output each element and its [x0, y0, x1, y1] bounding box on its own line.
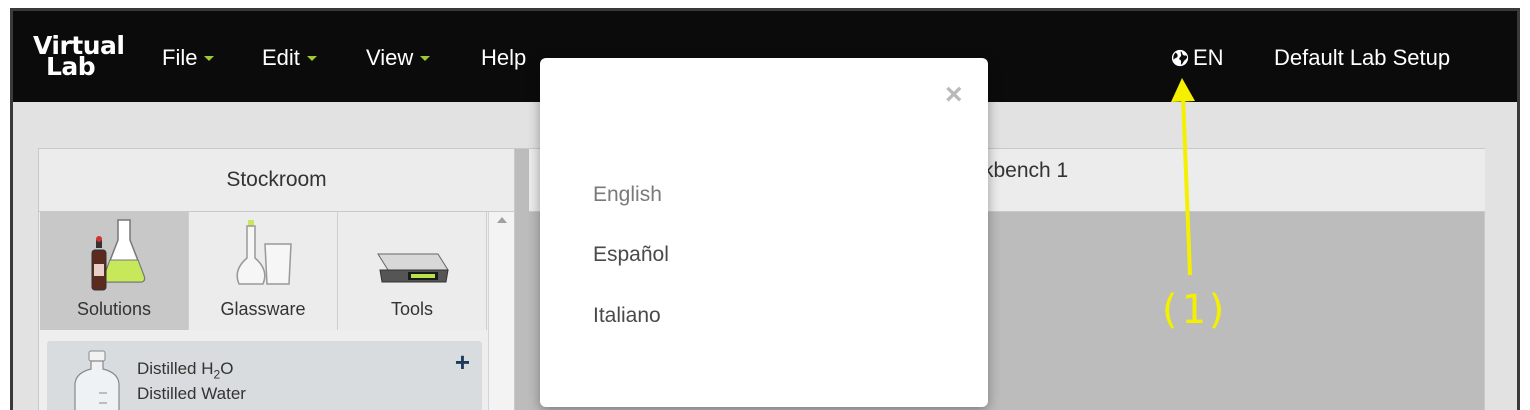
chevron-down-icon — [306, 55, 317, 61]
stockroom-panel: Stockroom Solutions Glassware Tools Dist… — [38, 148, 515, 410]
menu-file-label: File — [162, 45, 198, 70]
water-jug-icon — [74, 350, 120, 410]
tab-tools[interactable]: Tools — [338, 212, 487, 330]
chevron-down-icon — [204, 55, 215, 61]
tab-glassware-label: Glassware — [220, 299, 306, 319]
annotation-label: (1) — [1157, 287, 1230, 333]
item-description: Distilled Water — [137, 384, 246, 403]
menu-view[interactable]: View — [366, 45, 431, 71]
language-option-italiano[interactable]: Italiano — [593, 304, 661, 328]
menu-edit[interactable]: Edit — [262, 45, 317, 71]
menu-help[interactable]: Help — [481, 45, 526, 71]
flask-bottle-icon — [91, 219, 146, 291]
stockroom-tabs: Solutions Glassware Tools — [40, 212, 487, 330]
language-selector[interactable]: EN — [1171, 45, 1224, 71]
list-item[interactable]: Distilled H2O Distilled Water + — [47, 341, 482, 410]
tab-tools-label: Tools — [390, 299, 434, 319]
brand-logo[interactable]: Virtual Lab — [33, 33, 125, 79]
menu-edit-label: Edit — [262, 45, 300, 70]
stockroom-header: Stockroom — [39, 149, 514, 212]
lab-setup-menu[interactable]: Default Lab Setup — [1274, 45, 1450, 71]
item-formula-prefix: Distilled H — [137, 359, 214, 378]
workbench-title: kbench 1 — [983, 159, 1069, 182]
tab-glassware[interactable]: Glassware — [189, 212, 338, 330]
chevron-down-icon — [420, 55, 431, 61]
item-formula-suffix: O — [220, 359, 234, 378]
stockroom-scrollbar[interactable] — [488, 212, 514, 410]
language-option-espanol[interactable]: Español — [593, 243, 669, 267]
language-modal: × English Español Italiano — [540, 58, 988, 407]
menu-help-label: Help — [481, 45, 527, 70]
add-item-icon[interactable]: + — [455, 349, 470, 375]
language-option-english[interactable]: English — [593, 183, 662, 207]
glassware-icon — [236, 220, 292, 285]
menu-file[interactable]: File — [162, 45, 215, 71]
language-code: EN — [1193, 45, 1224, 70]
menu-view-label: View — [366, 45, 414, 70]
scroll-up-icon[interactable] — [497, 217, 507, 223]
balance-scale-icon — [377, 253, 449, 283]
item-formula: Distilled H2O — [137, 359, 233, 381]
tab-solutions-label: Solutions — [76, 299, 152, 319]
tab-solutions[interactable]: Solutions — [40, 212, 189, 330]
globe-icon — [1171, 49, 1189, 67]
close-icon[interactable]: × — [945, 80, 963, 110]
